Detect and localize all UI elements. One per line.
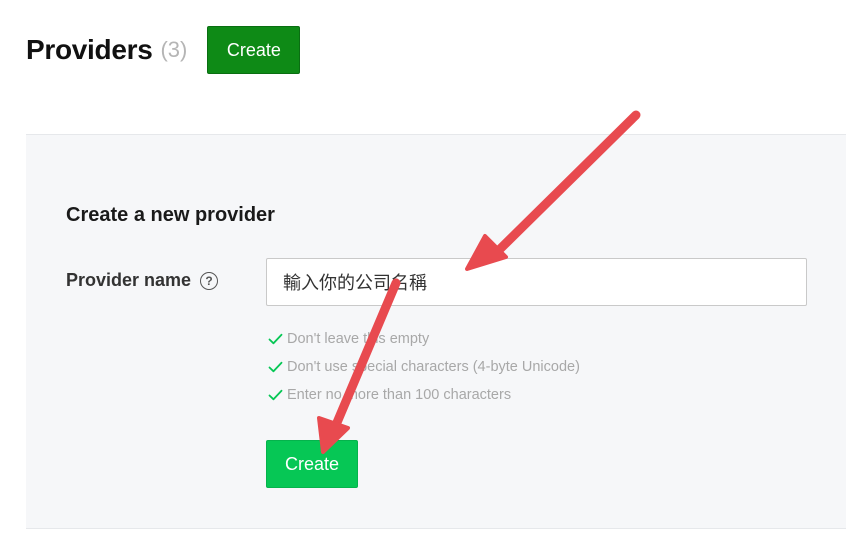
page-header: Providers (3) Create bbox=[26, 26, 301, 74]
validation-rule-text: Don't use special characters (4-byte Uni… bbox=[287, 359, 580, 375]
check-icon bbox=[268, 361, 283, 373]
validation-rules: Don't leave this empty Don't use special… bbox=[268, 325, 580, 409]
create-provider-panel: Create a new provider Provider name ? Do… bbox=[26, 134, 846, 529]
validation-rule: Don't use special characters (4-byte Uni… bbox=[268, 353, 580, 381]
validation-rule: Enter no more than 100 characters bbox=[268, 381, 580, 409]
provider-name-input[interactable] bbox=[266, 258, 807, 306]
providers-page: Providers (3) Create Create a new provid… bbox=[0, 0, 867, 559]
provider-count: (3) bbox=[160, 37, 188, 62]
submit-create-button[interactable]: Create bbox=[266, 440, 358, 488]
provider-name-label-row: Provider name ? bbox=[66, 270, 219, 291]
validation-rule: Don't leave this empty bbox=[268, 325, 580, 353]
check-icon bbox=[268, 389, 283, 401]
validation-rule-text: Don't leave this empty bbox=[287, 331, 430, 347]
provider-name-label: Provider name bbox=[66, 270, 192, 290]
help-icon[interactable]: ? bbox=[200, 271, 219, 290]
page-title: Providers bbox=[26, 34, 153, 65]
check-icon bbox=[268, 333, 283, 345]
validation-rule-text: Enter no more than 100 characters bbox=[287, 387, 512, 403]
form-title: Create a new provider bbox=[66, 204, 275, 226]
create-provider-button[interactable]: Create bbox=[207, 26, 301, 74]
